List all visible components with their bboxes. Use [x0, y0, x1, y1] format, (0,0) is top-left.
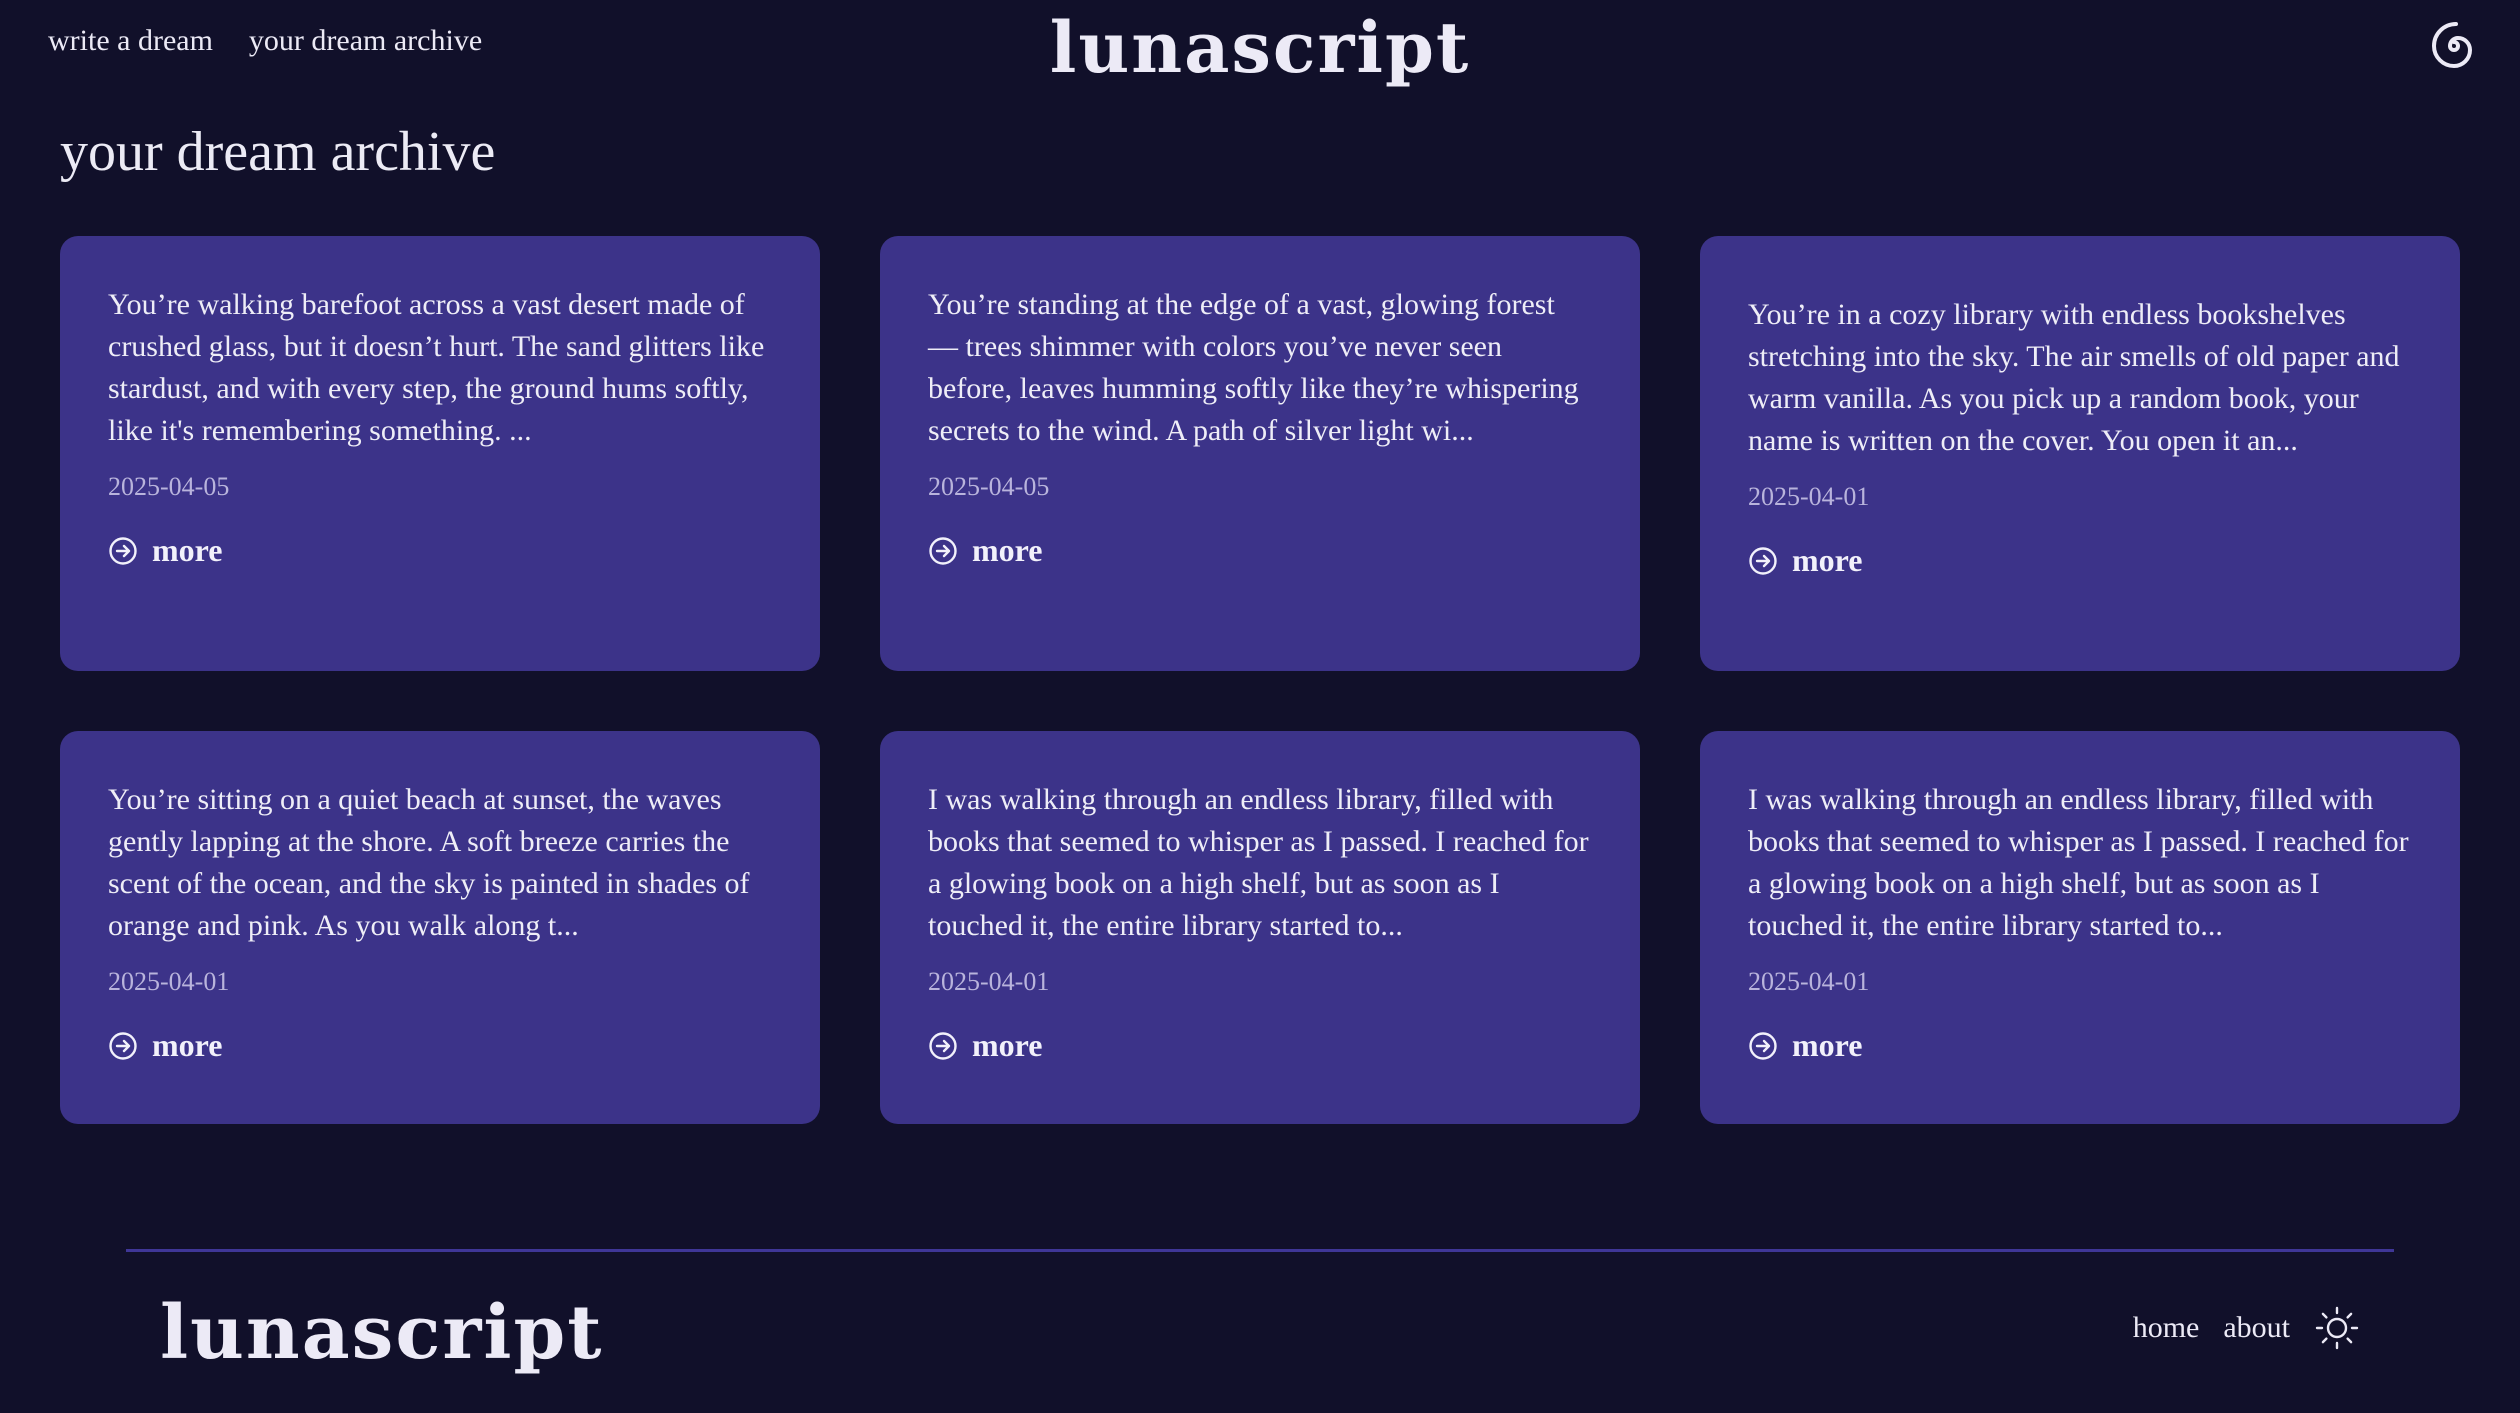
dream-date: 2025-04-05 — [928, 472, 1050, 501]
arrow-circle-right-icon — [929, 1031, 957, 1060]
spiral-icon[interactable] — [2428, 20, 2480, 72]
more-button[interactable]: more — [108, 532, 772, 569]
header-logo[interactable]: lunascript — [0, 6, 2520, 89]
dream-date: 2025-04-01 — [1748, 482, 1870, 511]
footer-home-link[interactable]: home — [2133, 1311, 2200, 1345]
dream-card: You’re standing at the edge of a vast, g… — [880, 236, 1640, 671]
dream-excerpt: I was walking through an endless library… — [1748, 783, 2409, 942]
footer-nav: home about — [2133, 1305, 2360, 1351]
dream-date: 2025-04-01 — [928, 967, 1050, 996]
more-button[interactable]: more — [1748, 542, 2412, 579]
dream-excerpt: You’re sitting on a quiet beach at sunse… — [108, 783, 750, 942]
dream-card: You’re in a cozy library with endless bo… — [1700, 236, 2460, 671]
more-label: more — [152, 532, 223, 568]
page-title: your dream archive — [60, 121, 496, 183]
dream-excerpt: You’re standing at the edge of a vast, g… — [928, 288, 1579, 447]
more-label: more — [152, 1027, 223, 1063]
more-label: more — [1792, 542, 1863, 578]
arrow-circle-right-icon — [109, 1031, 137, 1060]
dream-card: I was walking through an endless library… — [1700, 731, 2460, 1124]
dream-excerpt: I was walking through an endless library… — [928, 783, 1589, 942]
footer-divider — [126, 1249, 2394, 1252]
dream-date: 2025-04-05 — [108, 472, 230, 501]
dream-date: 2025-04-01 — [108, 967, 230, 996]
dream-date: 2025-04-01 — [1748, 967, 1870, 996]
more-button[interactable]: more — [1748, 1027, 2412, 1064]
dream-card: I was walking through an endless library… — [880, 731, 1640, 1124]
more-button[interactable]: more — [928, 1027, 1592, 1064]
dream-card-grid: You’re walking barefoot across a vast de… — [60, 236, 2460, 1124]
footer-logo[interactable]: lunascript — [160, 1290, 603, 1376]
sun-icon[interactable] — [2314, 1305, 2360, 1351]
footer-about-link[interactable]: about — [2223, 1311, 2290, 1345]
dream-excerpt: You’re walking barefoot across a vast de… — [108, 288, 765, 447]
dream-card: You’re sitting on a quiet beach at sunse… — [60, 731, 820, 1124]
dream-excerpt: You’re in a cozy library with endless bo… — [1748, 298, 2400, 457]
more-label: more — [972, 1027, 1043, 1063]
more-button[interactable]: more — [928, 532, 1592, 569]
arrow-circle-right-icon — [1749, 1031, 1777, 1060]
arrow-circle-right-icon — [109, 536, 137, 565]
arrow-circle-right-icon — [929, 536, 957, 565]
dream-card: You’re walking barefoot across a vast de… — [60, 236, 820, 671]
more-button[interactable]: more — [108, 1027, 772, 1064]
more-label: more — [972, 532, 1043, 568]
more-label: more — [1792, 1027, 1863, 1063]
arrow-circle-right-icon — [1749, 546, 1777, 575]
